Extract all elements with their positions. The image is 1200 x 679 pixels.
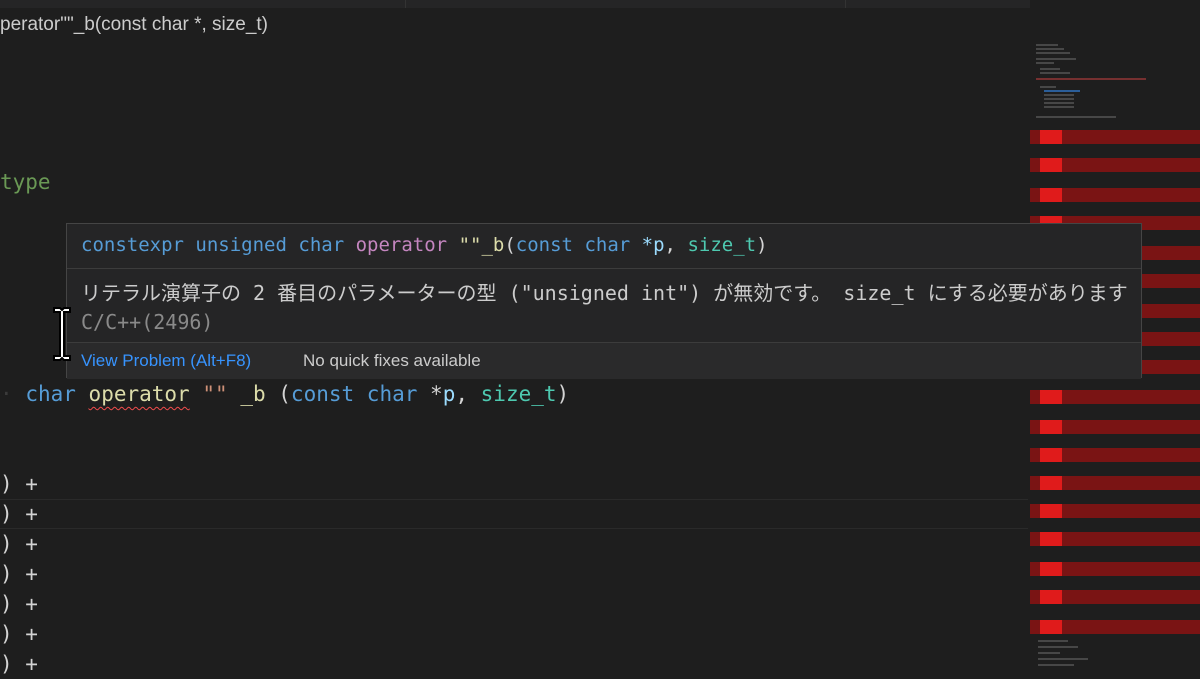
minimap-error-band [1030,420,1200,434]
error-squiggle: operator [88,382,190,406]
minimap-error-marker [1040,420,1062,434]
minimap-error-marker [1040,390,1062,404]
minimap-error-band [1030,620,1200,634]
breadcrumb-symbol[interactable]: perator""_b(const char *, size_t) [0,14,268,36]
error-source: C/C++(2496) [81,310,214,334]
minimap-error-marker [1040,590,1062,604]
code-line-operator[interactable]: · char operator "" _b (const char *p, si… [0,379,569,409]
minimap-error-marker [1040,504,1062,518]
minimap-error-band [1030,448,1200,462]
code-line[interactable]: ) + [0,619,38,649]
text-cursor-icon [53,307,71,361]
minimap-error-marker [1040,158,1062,172]
code-line[interactable]: ) + [0,469,38,499]
minimap-error-marker [1040,476,1062,490]
minimap-error-band [1030,476,1200,490]
minimap-error-marker [1040,448,1062,462]
comment-fragment: type [0,170,51,194]
hover-popup: constexpr unsigned char operator ""_b(co… [66,223,1142,379]
minimap-error-marker [1040,532,1062,546]
minimap-error-marker [1040,188,1062,202]
tab-bar [0,0,1200,8]
minimap-error-band [1030,504,1200,518]
breadcrumb: perator""_b(const char *, size_t) [0,0,1200,52]
minimap-error-marker [1040,130,1062,144]
minimap-error-band [1030,158,1200,172]
minimap-error-band [1030,590,1200,604]
minimap-error-marker [1040,562,1062,576]
hover-signature: constexpr unsigned char operator ""_b(co… [81,234,768,256]
code-line[interactable]: ) + [0,499,38,529]
error-text: リテラル演算子の 2 番目のパラメーターの型 ("unsigned int") … [81,281,1128,305]
no-quick-fixes-label: No quick fixes available [303,351,481,370]
minimap-error-band [1030,188,1200,202]
code-line[interactable]: ) + [0,589,38,619]
minimap-error-marker [1040,620,1062,634]
view-problem-link[interactable]: View Problem (Alt+F8) [81,351,251,371]
minimap-error-band [1030,532,1200,546]
current-line-highlight [0,499,1028,529]
minimap-error-band [1030,390,1200,404]
code-line[interactable]: ) + [0,559,38,589]
minimap-error-band [1030,130,1200,144]
hover-error-message: リテラル演算子の 2 番目のパラメーターの型 ("unsigned int") … [81,279,1131,337]
code-line[interactable]: ) + [0,529,38,559]
minimap-error-band [1030,562,1200,576]
hover-status-bar: View Problem (Alt+F8) No quick fixes ava… [67,342,1141,379]
